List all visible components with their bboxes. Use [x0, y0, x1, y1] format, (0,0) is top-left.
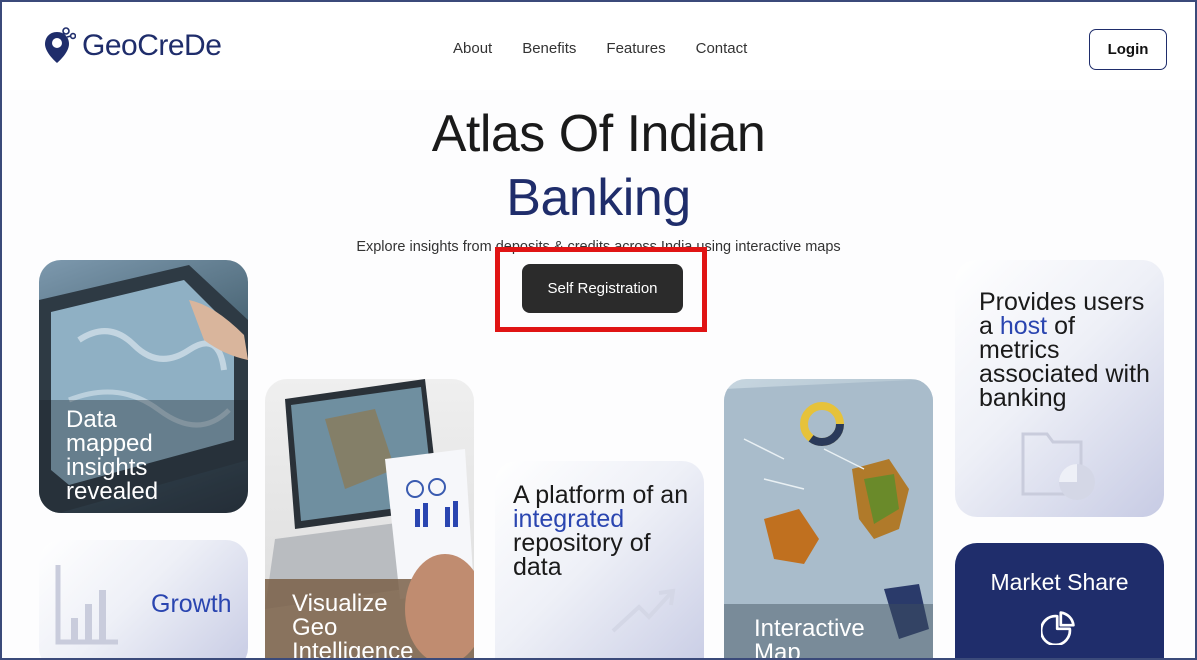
card-data-mapped[interactable]: Data mapped insights revealed [39, 260, 248, 513]
card-provides[interactable]: Provides users a host of metrics associa… [955, 260, 1164, 517]
pie-chart-icon [1041, 611, 1075, 645]
nav-contact[interactable]: Contact [696, 40, 748, 57]
bar-chart-icon [55, 565, 118, 645]
card-interactive-map[interactable]: Interactive Map [724, 379, 933, 660]
nav-benefits[interactable]: Benefits [522, 40, 576, 57]
card-growth[interactable]: Growth [39, 540, 248, 658]
brand-logo[interactable]: GeoCreDe [42, 26, 222, 66]
card-market-share[interactable]: Market Share [955, 543, 1164, 658]
page-frame: GeoCreDe About Benefits Features Contact… [0, 0, 1197, 660]
nav-about[interactable]: About [453, 40, 492, 57]
card-provides-text: Provides users a host of metrics associa… [979, 288, 1150, 412]
hero-title-line1: Atlas Of Indian [431, 105, 766, 163]
header: GeoCreDe About Benefits Features Contact… [2, 2, 1195, 90]
nav-features[interactable]: Features [606, 40, 665, 57]
card-visualize[interactable]: Visualize Geo Intelligence [265, 379, 474, 660]
card-visualize-label: Visualize Geo Intelligence [292, 590, 414, 660]
folder-chart-icon [1021, 432, 1095, 500]
card-platform-text: A platform of an integrated repository o… [513, 481, 689, 581]
brand-name: GeoCreDe [82, 29, 222, 62]
card-market-share-label: Market Share [990, 569, 1129, 595]
card-interactive-map-label: Interactive Map [754, 615, 865, 660]
hero-title-line2: Banking [506, 169, 691, 227]
main-nav: About Benefits Features Contact [453, 40, 747, 57]
highlight-box [495, 247, 707, 332]
trend-up-arrow-icon [611, 588, 676, 633]
login-button[interactable]: Login [1089, 29, 1167, 70]
card-platform[interactable]: A platform of an integrated repository o… [495, 461, 704, 658]
card-growth-label: Growth [151, 590, 232, 618]
card-data-mapped-label: Data mapped insights revealed [66, 406, 159, 505]
location-pin-icon [45, 27, 76, 63]
